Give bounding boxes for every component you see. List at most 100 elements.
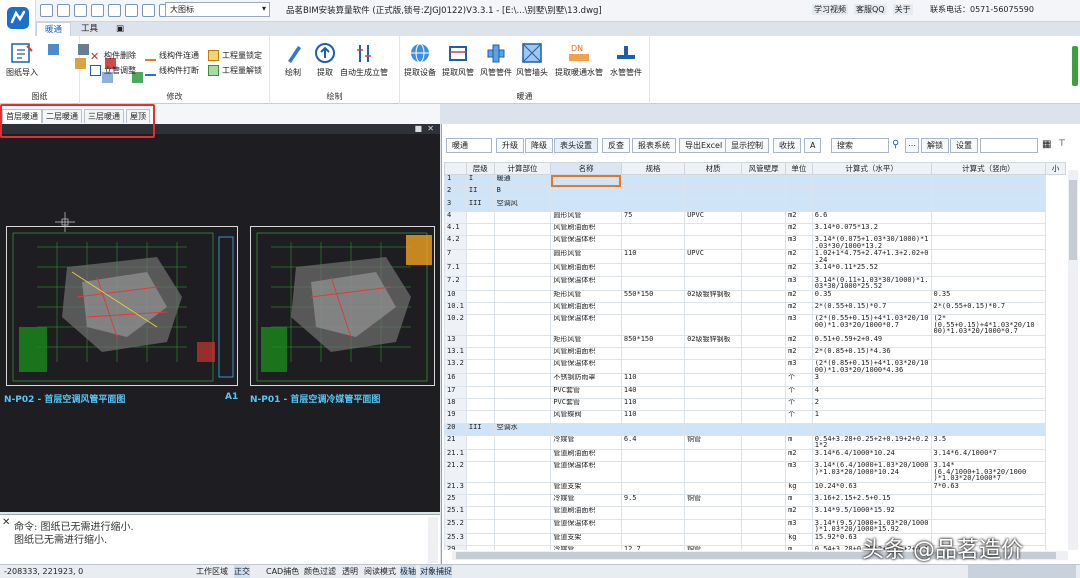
table-cell[interactable] [741, 235, 787, 251]
table-cell[interactable] [741, 275, 787, 291]
table-cell[interactable] [620, 532, 686, 546]
delete-component-button[interactable]: ✕ 构件删除 [90, 50, 136, 63]
table-row[interactable]: 2 II B [444, 186, 1066, 200]
collapse-ribbon-icon[interactable]: ▣ [108, 22, 132, 36]
table-cell[interactable] [465, 385, 495, 400]
icon-size-select[interactable]: 大图标 [165, 2, 270, 17]
table-cell[interactable]: 风管蝶阀 [550, 410, 622, 424]
table-cell[interactable]: 2 [811, 398, 932, 412]
table-cell[interactable] [741, 373, 787, 387]
table-cell[interactable] [465, 373, 495, 387]
table-cell[interactable]: m2 [785, 223, 813, 237]
table-cell[interactable] [465, 275, 495, 291]
table-row[interactable]: 13.2 风管保温体积 m3 (2*(0.85+0.15)+4*1.03*20/10 … [444, 359, 1066, 375]
table-cell[interactable]: m [785, 494, 813, 508]
table-cell[interactable] [493, 359, 552, 375]
table-cell[interactable] [620, 275, 686, 291]
table-cell[interactable]: 3.5 [930, 434, 1047, 450]
table-row[interactable]: 3 III 空调风 [444, 198, 1066, 212]
table-cell[interactable]: 暖通 [493, 173, 552, 188]
table-cell[interactable] [930, 275, 1047, 291]
table-cell[interactable]: 6.6 [811, 210, 932, 225]
duct-wall-button[interactable]: 风管墙头 [516, 42, 548, 78]
display-control-button[interactable]: 显示控制 [725, 138, 769, 153]
table-cell[interactable]: 4 [811, 385, 932, 400]
table-cell[interactable]: 风管保温体积 [550, 359, 622, 375]
table-cell[interactable] [493, 334, 552, 349]
table-cell[interactable] [465, 289, 495, 304]
table-cell[interactable] [930, 186, 1047, 200]
table-cell[interactable]: 铜管 [684, 434, 743, 450]
table-cell[interactable]: 空调风 [493, 198, 552, 212]
table-cell[interactable]: 1 [811, 410, 932, 424]
layer-icon[interactable] [48, 44, 59, 55]
table-cell[interactable]: 风管保温体积 [550, 235, 622, 251]
table-cell[interactable] [465, 532, 495, 546]
table-cell[interactable] [741, 410, 787, 424]
table-row[interactable]: 13.1 风管刷油面积 m2 2*(0.85+0.15)*4.36 [444, 347, 1066, 361]
app-logo[interactable] [0, 0, 36, 36]
table-cell[interactable] [493, 275, 552, 291]
table-cell[interactable] [741, 385, 787, 400]
table-row[interactable]: 17 PVC套管 140 个 4 [444, 385, 1066, 400]
table-row[interactable]: 4 圆形风管 75 UPVC m2 6.6 [444, 210, 1066, 225]
table-row[interactable]: 7.1 风管刷油面积 m2 3.14*0.11*25.52 [444, 263, 1066, 277]
table-cell[interactable]: 110 [620, 398, 686, 412]
unlock-button[interactable]: 解锁 [921, 138, 949, 153]
table-cell[interactable]: 矩形风管 [550, 334, 622, 349]
table-cell[interactable]: 3.14*(0.11+1.03*30/1000)*1. 03*30/1000*2… [811, 275, 932, 291]
table-cell[interactable] [741, 422, 787, 436]
table-cell[interactable] [684, 448, 743, 463]
table-row[interactable]: 10.1 风管刷油面积 m2 2*(0.55+0.15)*0.7 2*(0.55+0.1… [444, 302, 1066, 316]
filter-select[interactable] [980, 138, 1038, 153]
table-row[interactable]: 21 冷媒管 6.4 铜管 m 0.54+3.28+0.25+2+0.19+2+0.2 1… [444, 434, 1066, 450]
tab-hvac[interactable]: 暖通 [36, 22, 72, 36]
table-vertical-scrollbar[interactable] [1068, 170, 1078, 550]
table-cell[interactable]: B [493, 186, 552, 200]
table-cell[interactable] [684, 373, 743, 387]
table-cell[interactable]: 不锈钢防雨罩 [550, 373, 622, 387]
table-cell[interactable] [550, 173, 622, 188]
table-cell[interactable]: 12.7 [620, 544, 686, 550]
table-cell[interactable]: II [465, 186, 495, 200]
table-cell[interactable] [620, 461, 686, 483]
table-cell[interactable]: 风管刷油面积 [550, 263, 622, 277]
table-cell[interactable]: 圆形风管 [550, 210, 622, 225]
command-scrollbar[interactable] [428, 517, 438, 563]
table-cell[interactable] [741, 173, 787, 188]
grid-icon[interactable] [142, 3, 155, 17]
table-cell[interactable] [620, 448, 686, 463]
reverse-lookup-button[interactable]: 反查 [602, 138, 630, 153]
table-row[interactable]: 21.2 管道保温体积 m3 3.14*(6.4/1000+1.03*20/1000 … [444, 461, 1066, 483]
table-cell[interactable] [930, 494, 1047, 508]
table-cell[interactable] [741, 210, 787, 225]
table-cell[interactable] [785, 422, 813, 436]
table-cell[interactable] [684, 518, 743, 534]
table-cell[interactable] [493, 532, 552, 546]
table-cell[interactable] [930, 235, 1047, 251]
table-cell[interactable]: 3.14*(0.075+1.03*30/1000)*1 .03*30/1000*… [811, 235, 932, 251]
table-cell[interactable]: III [465, 422, 495, 436]
table-cell[interactable]: 铜管 [684, 494, 743, 508]
table-cell[interactable] [741, 494, 787, 508]
collapse-button[interactable]: 收找 [773, 138, 801, 153]
table-cell[interactable]: 2*(0.55+0.15)*0.7 [930, 302, 1047, 316]
table-cell[interactable] [465, 494, 495, 508]
table-row[interactable]: 18 PVC套管 110 个 2 [444, 398, 1066, 412]
restore-icon[interactable]: ■ [414, 124, 422, 133]
table-cell[interactable]: 铜管 [684, 544, 743, 550]
table-cell[interactable] [811, 198, 932, 212]
table-cell[interactable]: 风管保温体积 [550, 275, 622, 291]
table-cell[interactable]: 0.51+0.59+2+0.49 [811, 334, 932, 349]
table-cell[interactable]: 3.14*0.11*25.52 [811, 263, 932, 277]
table-cell[interactable]: m3 [785, 518, 813, 534]
table-cell[interactable] [493, 518, 552, 534]
table-cell[interactable] [620, 235, 686, 251]
table-cell[interactable] [620, 481, 686, 496]
table-cell[interactable] [493, 544, 552, 550]
table-cell[interactable] [741, 544, 787, 550]
table-cell[interactable]: m2 [785, 249, 813, 265]
search-icon[interactable]: ⚲ [892, 139, 899, 150]
table-cell[interactable] [620, 359, 686, 375]
table-cell[interactable] [620, 506, 686, 520]
